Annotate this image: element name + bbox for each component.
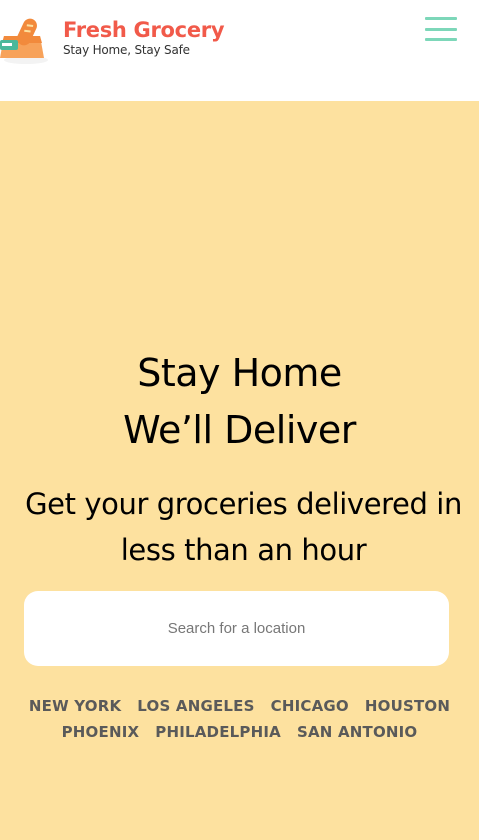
hero-headline: Stay Home We’ll Deliver <box>0 345 479 459</box>
hamburger-menu-icon[interactable] <box>425 17 457 41</box>
menu-bar <box>425 27 457 31</box>
menu-bar <box>425 17 457 20</box>
city-link-new-york[interactable]: NEW YORK <box>29 693 121 719</box>
city-link-houston[interactable]: HOUSTON <box>365 693 450 719</box>
menu-bar <box>425 38 457 41</box>
city-row-1: NEW YORK LOS ANGELES CHICAGO HOUSTON <box>0 693 479 719</box>
header: Fresh Grocery Stay Home, Stay Safe <box>0 0 479 101</box>
city-link-san-antonio[interactable]: SAN ANTONIO <box>297 719 417 745</box>
city-link-chicago[interactable]: CHICAGO <box>271 693 349 719</box>
headline-line-1: Stay Home <box>137 351 342 395</box>
hero-subheadline: Get your groceries delivered in less tha… <box>25 487 462 567</box>
logo[interactable]: Fresh Grocery Stay Home, Stay Safe <box>0 10 225 66</box>
city-link-los-angeles[interactable]: LOS ANGELES <box>137 693 254 719</box>
city-list: NEW YORK LOS ANGELES CHICAGO HOUSTON PHO… <box>0 693 479 745</box>
city-row-2: PHOENIX PHILADELPHIA SAN ANTONIO <box>0 719 479 745</box>
city-link-phoenix[interactable]: PHOENIX <box>62 719 140 745</box>
hero-section: Stay Home We’ll Deliver Get your groceri… <box>0 101 479 840</box>
brand-name: Fresh Grocery <box>63 18 225 42</box>
headline-line-2: We’ll Deliver <box>123 408 356 452</box>
location-search-box[interactable] <box>24 591 449 666</box>
city-link-philadelphia[interactable]: PHILADELPHIA <box>155 719 281 745</box>
location-search-input[interactable] <box>43 619 430 638</box>
grocery-bag-icon <box>0 10 52 66</box>
brand-tagline: Stay Home, Stay Safe <box>63 43 190 57</box>
